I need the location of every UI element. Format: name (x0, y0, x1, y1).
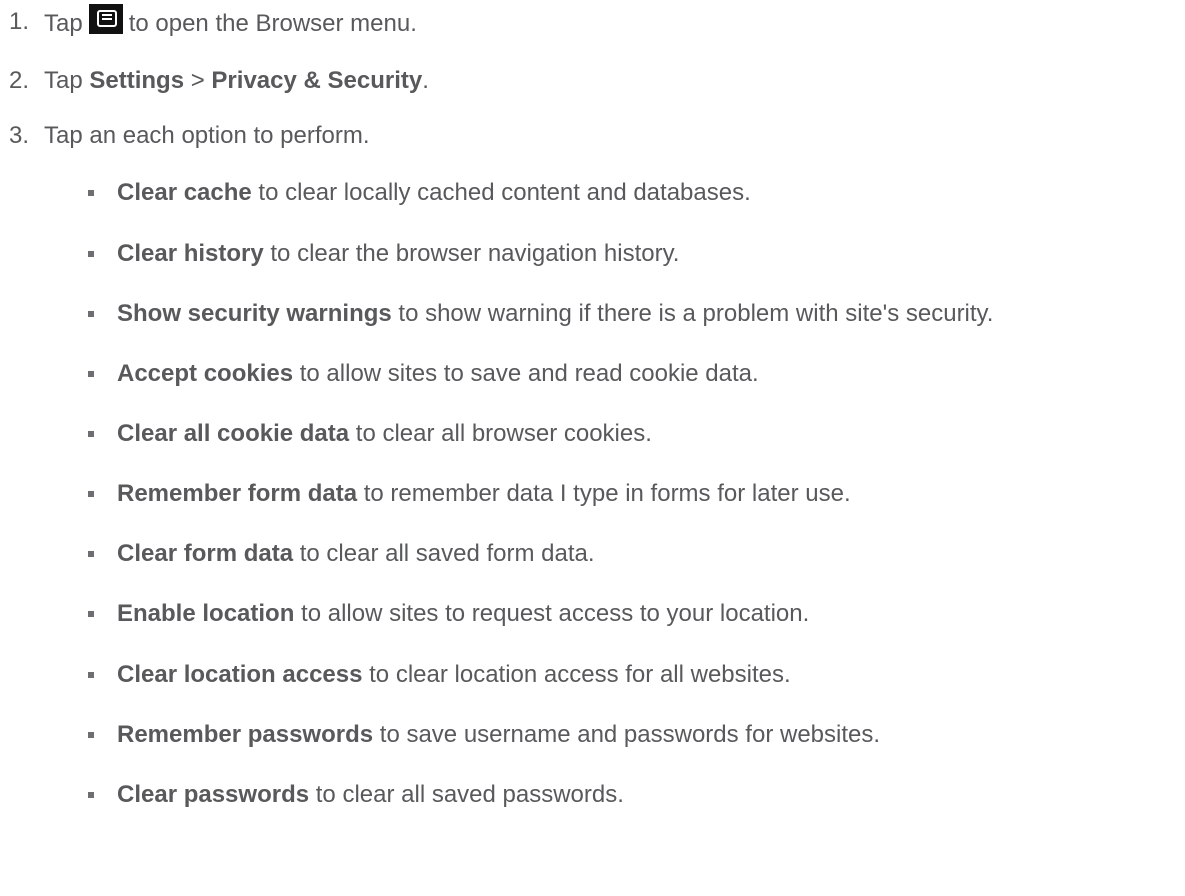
settings-term: Settings (89, 67, 185, 94)
option-desc: to remember data I type in forms for lat… (357, 480, 851, 507)
bullet-icon (88, 190, 94, 196)
bullet-icon (88, 491, 94, 497)
option-text: Show security warnings to show warning i… (117, 296, 993, 332)
option-desc: to clear locally cached content and data… (251, 179, 751, 206)
option-text: Clear form data to clear all saved form … (117, 536, 595, 572)
step-number: 1. (9, 8, 30, 35)
option-desc: to clear all saved passwords. (309, 781, 624, 808)
bullet-icon (88, 251, 94, 257)
menu-icon (88, 4, 123, 34)
option-term: Clear all cookie data (117, 420, 350, 447)
step-number: 3. (9, 122, 30, 149)
step-text: Tap an each option to perform. (44, 122, 370, 149)
option-text: Enable location to allow sites to reques… (117, 596, 809, 632)
option-text: Clear history to clear the browser navig… (117, 236, 679, 272)
bullet-icon (88, 792, 94, 798)
step-text-after: . (422, 67, 429, 94)
option-text: Clear passwords to clear all saved passw… (117, 777, 624, 813)
bullet-icon (88, 431, 94, 437)
option-term: Remember form data (117, 480, 358, 507)
option-text: Remember form data to remember data I ty… (117, 476, 851, 512)
step-text: Tap to open the Browser menu. (44, 4, 417, 42)
option-desc: to clear location access for all website… (362, 661, 791, 688)
bullet-icon (88, 371, 94, 377)
step-text: Tap Settings > Privacy & Security. (44, 63, 429, 99)
option-desc: to allow sites to request access to your… (294, 600, 810, 627)
bullet-icon (88, 672, 94, 678)
option-desc: to save username and passwords for websi… (373, 721, 881, 748)
option-text: Clear all cookie data to clear all brows… (117, 416, 652, 452)
option-desc: to clear all saved form data. (293, 540, 595, 567)
privacy-security-term: Privacy & Security (211, 67, 423, 94)
step-text-after: to open the Browser menu. (128, 10, 417, 37)
instructions-page: 1. Tap to open the Browser menu. 2. Tap S… (0, 0, 1185, 896)
option-text: Remember passwords to save username and … (117, 717, 880, 753)
option-term: Accept cookies (117, 360, 294, 387)
option-desc: to clear all browser cookies. (349, 420, 652, 447)
option-text: Accept cookies to allow sites to save an… (117, 356, 759, 392)
menu-icon-bar (101, 14, 112, 16)
option-desc: to allow sites to save and read cookie d… (293, 360, 759, 387)
step-number: 2. (9, 67, 30, 94)
step-text-before: Tap (44, 10, 83, 37)
bullet-icon (88, 311, 94, 317)
option-term: Clear passwords (117, 781, 310, 808)
bullet-icon (88, 732, 94, 738)
option-term: Clear cache (117, 179, 252, 206)
option-term: Show security warnings (117, 300, 392, 327)
option-term: Remember passwords (117, 721, 374, 748)
option-term: Clear location access (117, 661, 363, 688)
option-term: Clear history (117, 240, 264, 267)
option-text: Clear location access to clear location … (117, 657, 791, 693)
bullet-icon (88, 551, 94, 557)
option-desc: to show warning if there is a problem wi… (391, 300, 994, 327)
bullet-icon (88, 611, 94, 617)
menu-icon-bar (101, 18, 112, 20)
option-term: Enable location (117, 600, 295, 627)
step-text-before: Tap (44, 67, 90, 94)
option-text: Clear cache to clear locally cached cont… (117, 175, 751, 211)
option-term: Clear form data (117, 540, 294, 567)
menu-separator: > (184, 67, 212, 94)
option-desc: to clear the browser navigation history. (263, 240, 680, 267)
